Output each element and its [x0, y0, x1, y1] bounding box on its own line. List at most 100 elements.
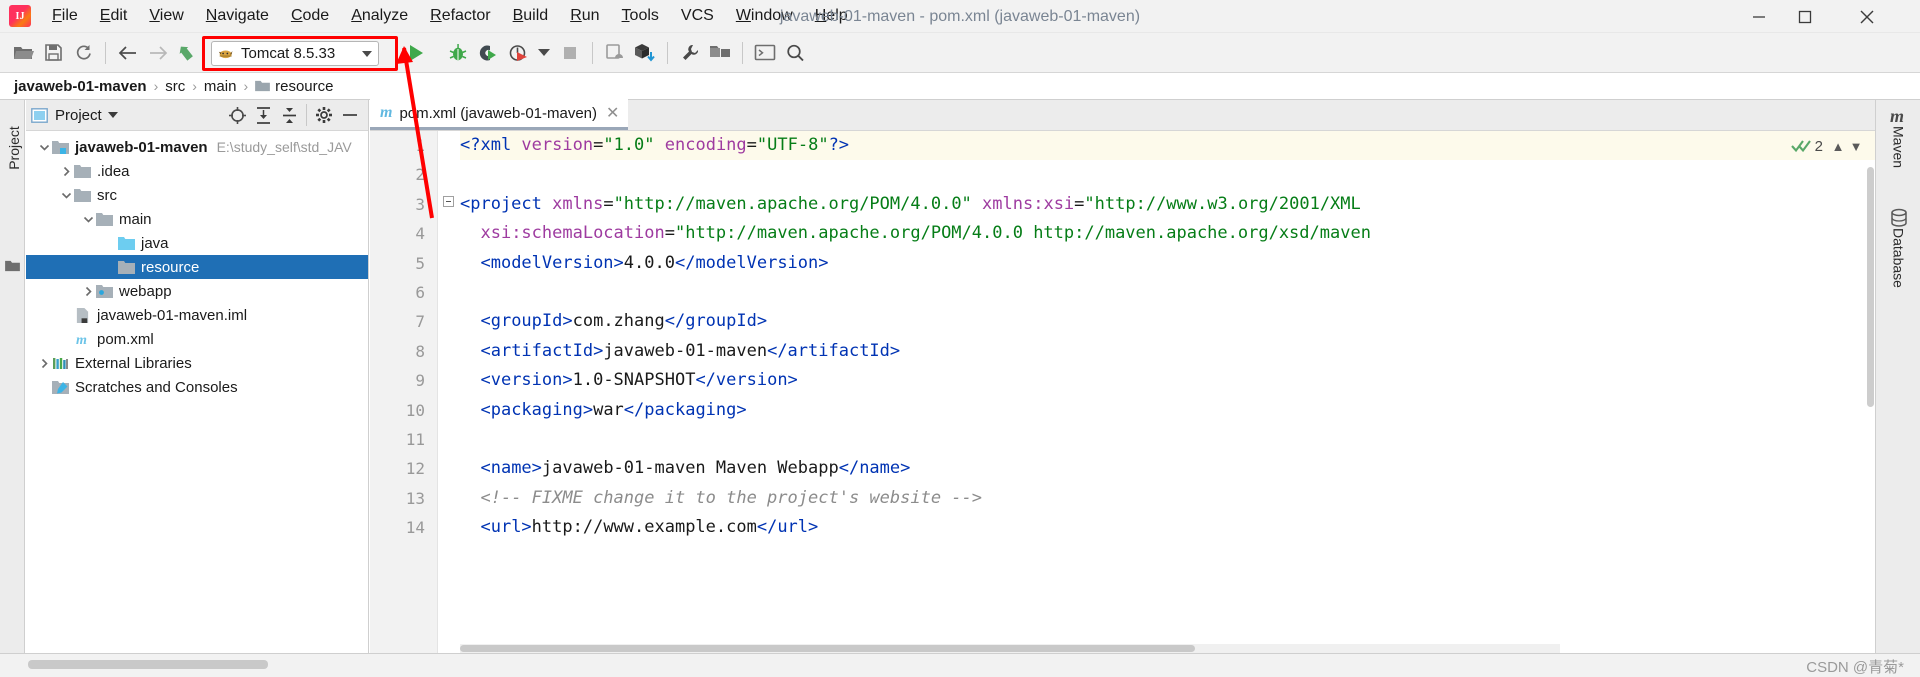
minimize-button[interactable]: [1736, 0, 1782, 33]
search-everywhere-icon[interactable]: [780, 38, 810, 68]
tool-window-button-database[interactable]: Database: [1876, 208, 1920, 288]
menu-item-view[interactable]: View: [138, 4, 194, 28]
chevron-down-icon[interactable]: [58, 187, 74, 203]
menu-item-edit[interactable]: Edit: [89, 4, 139, 28]
chevron-down-icon[interactable]: ▼: [1847, 137, 1865, 155]
select-opened-file-button[interactable]: [224, 102, 250, 128]
device-manager-icon[interactable]: [600, 38, 630, 68]
code-token: http://www.example.com: [531, 517, 757, 538]
tool-window-button-maven[interactable]: m Maven: [1876, 106, 1920, 168]
tree-node-resource[interactable]: resource: [26, 255, 368, 279]
code-editor[interactable]: 1 2 3 4 5 6 7 8 9 10 11 12 13 14 <?xml version="1.0" …: [370, 131, 1875, 653]
run-configuration-selector[interactable]: Tomcat 8.5.33: [211, 41, 379, 66]
breadcrumb-item-src[interactable]: src: [165, 78, 185, 95]
open-project-icon[interactable]: [8, 38, 38, 68]
tree-node-label: resource: [141, 258, 200, 276]
chevron-right-icon[interactable]: [80, 283, 96, 299]
breadcrumb-item-javaweb-01-maven[interactable]: javaweb-01-maven: [14, 78, 147, 95]
code-token: "http://www.w3.org/2001/XML: [1084, 193, 1361, 214]
tree-node-external-libraries[interactable]: External Libraries: [26, 351, 368, 375]
chevron-right-icon[interactable]: [58, 163, 74, 179]
hide-panel-button[interactable]: [337, 102, 363, 128]
menu-item-refactor[interactable]: Refactor: [419, 4, 501, 28]
chevron-down-icon[interactable]: [107, 112, 118, 118]
tree-node-pom-xml[interactable]: m pom.xml: [26, 327, 368, 351]
project-structure-icon[interactable]: [705, 38, 735, 68]
code-text[interactable]: <?xml version="1.0" encoding="UTF-8"?> <…: [460, 131, 1875, 653]
breadcrumb-item-resource[interactable]: resource: [255, 78, 333, 95]
code-line: <project xmlns="http://maven.apache.org/…: [460, 190, 1875, 219]
menu-item-code[interactable]: Code: [280, 4, 340, 28]
menu-item-analyze[interactable]: Analyze: [340, 4, 419, 28]
tree-node-javaweb-01-maven[interactable]: javaweb-01-maven E:\study_self\std_JAV: [26, 135, 368, 159]
tree-node-src[interactable]: src: [26, 183, 368, 207]
folder-icon[interactable]: [5, 260, 20, 272]
tree-node-scratches-and-consoles[interactable]: Scratches and Consoles: [26, 375, 368, 399]
menu-item-run[interactable]: Run: [559, 4, 610, 28]
expand-all-button[interactable]: [250, 102, 276, 128]
run-button[interactable]: [399, 38, 433, 68]
menu-bar: FileEditViewNavigateCodeAnalyzeRefactorB…: [0, 0, 1920, 33]
project-settings-button[interactable]: [311, 102, 337, 128]
code-token: <modelVersion>: [480, 252, 624, 273]
tree-node-idea[interactable]: .idea: [26, 159, 368, 183]
navigate-forward-icon[interactable]: [143, 38, 173, 68]
libraries-icon: [52, 356, 75, 371]
tree-node-javaweb-01-maven-iml[interactable]: javaweb-01-maven.iml: [26, 303, 368, 327]
menu-item-window[interactable]: Window: [725, 4, 804, 28]
chevron-up-icon[interactable]: ▲: [1829, 137, 1847, 155]
menu-item-help[interactable]: Help: [804, 4, 859, 28]
code-token: version: [521, 135, 594, 155]
build-project-icon[interactable]: [173, 38, 203, 68]
editor-tab-pom-xml[interactable]: m pom.xml (javaweb-01-maven) ✕: [370, 99, 629, 130]
collapse-all-button[interactable]: [276, 102, 302, 128]
save-all-icon[interactable]: [38, 38, 68, 68]
bottom-status-bar: CSDN @青菊*: [0, 653, 1920, 677]
maximize-button[interactable]: [1782, 0, 1828, 33]
breadcrumb-separator: ›: [243, 78, 249, 94]
tree-node-main[interactable]: main: [26, 207, 368, 231]
close-icon[interactable]: ✕: [606, 103, 619, 123]
code-line: <version>1.0-SNAPSHOT</version>: [460, 366, 1875, 395]
maven-icon: m: [1890, 106, 1904, 126]
run-with-coverage-button[interactable]: [473, 38, 503, 68]
chevron-down-icon[interactable]: [36, 139, 52, 155]
chevron-down-icon[interactable]: [80, 211, 96, 227]
tree-node-java[interactable]: java: [26, 231, 368, 255]
menu-item-vcs[interactable]: VCS: [670, 4, 725, 28]
menu-item-tools[interactable]: Tools: [611, 4, 670, 28]
fold-toggle-icon[interactable]: [443, 196, 454, 207]
code-token: "UTF-8": [756, 135, 829, 155]
left-tool-strip: Project: [0, 100, 25, 653]
code-token: xmlns: [552, 193, 604, 214]
editor-vertical-scrollbar[interactable]: [1865, 167, 1875, 497]
menu-item-navigate[interactable]: Navigate: [195, 4, 280, 28]
tree-node-webapp[interactable]: webapp: [26, 279, 368, 303]
tree-node-label: .idea: [97, 162, 130, 180]
navigate-back-icon[interactable]: [113, 38, 143, 68]
synchronize-icon[interactable]: [68, 38, 98, 68]
close-button[interactable]: [1844, 0, 1890, 33]
tool-window-button-project[interactable]: Project: [6, 113, 22, 183]
settings-icon[interactable]: [675, 38, 705, 68]
menu-item-file[interactable]: File: [41, 4, 89, 28]
inspection-widget[interactable]: 2 ▲ ▼: [1790, 137, 1865, 155]
breadcrumb-item-main[interactable]: main: [204, 78, 237, 95]
chevron-right-icon[interactable]: [36, 355, 52, 371]
profiler-button[interactable]: [503, 38, 533, 68]
stop-button[interactable]: [555, 38, 585, 68]
sync-project-icon[interactable]: [630, 38, 660, 68]
profiler-dropdown-caret-icon[interactable]: [533, 38, 555, 68]
menu-item-build[interactable]: Build: [502, 4, 560, 28]
editor-horizontal-scrollbar[interactable]: [460, 644, 1560, 653]
line-number: 8: [415, 341, 425, 361]
project-panel-horizontal-scrollbar[interactable]: [28, 660, 268, 669]
code-line: <packaging>war</packaging>: [460, 396, 1875, 425]
chevron-down-icon[interactable]: [362, 50, 372, 57]
debug-button[interactable]: [443, 38, 473, 68]
terminal-icon[interactable]: [750, 38, 780, 68]
